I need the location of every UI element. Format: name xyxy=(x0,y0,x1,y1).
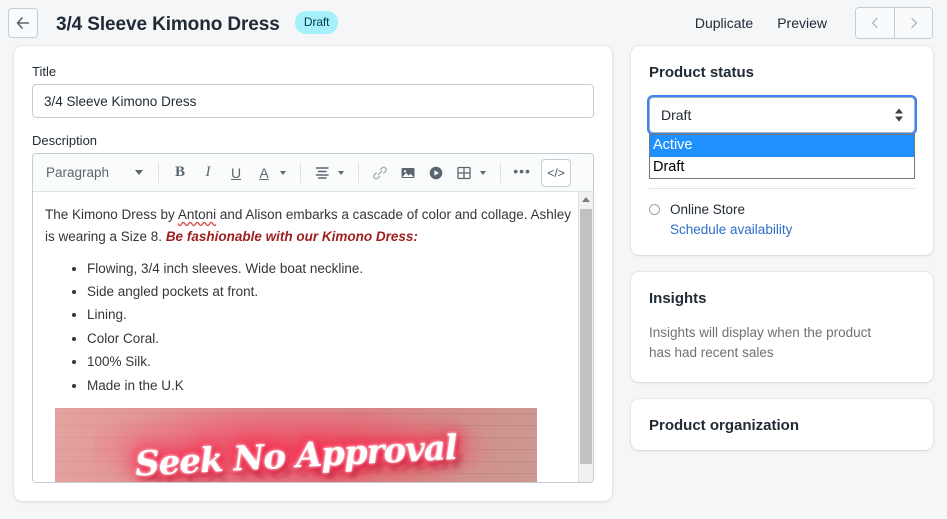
underline-button[interactable]: U xyxy=(223,160,249,186)
sales-channel-row: Online Store xyxy=(649,202,915,217)
product-status-option-draft[interactable]: Draft xyxy=(650,157,914,179)
chevron-right-icon xyxy=(910,17,917,29)
sidebar-column: Product status Draft Active Draft SALES … xyxy=(631,46,933,450)
title-input[interactable] xyxy=(32,84,594,118)
italic-button[interactable]: I xyxy=(195,160,221,186)
toolbar-divider xyxy=(158,162,160,183)
page-title: 3/4 Sleeve Kimono Dress Draft xyxy=(56,10,339,36)
page-title-text: 3/4 Sleeve Kimono Dress xyxy=(56,13,280,35)
chevron-down-icon xyxy=(338,170,345,175)
back-button[interactable] xyxy=(8,8,38,38)
page-header: 3/4 Sleeve Kimono Dress Draft Duplicate … xyxy=(0,0,947,46)
list-item: 100% Silk. xyxy=(87,351,579,373)
list-item: Made in the U.K xyxy=(87,375,579,397)
text-color-control[interactable]: A xyxy=(251,160,292,186)
insert-table-control[interactable] xyxy=(451,160,492,186)
chevron-down-icon xyxy=(135,170,144,175)
spinner-up-icon xyxy=(895,108,903,114)
editor-body[interactable]: The Kimono Dress by Antoni and Alison em… xyxy=(33,192,593,482)
desc-text-lead: The Kimono Dress by xyxy=(45,207,178,222)
product-organization-title: Product organization xyxy=(649,416,799,434)
previous-product-button[interactable] xyxy=(856,8,894,38)
more-options-button[interactable]: ••• xyxy=(509,160,535,186)
product-status-title: Product status xyxy=(649,64,755,81)
description-bullet-list: Flowing, 3/4 inch sleeves. Wide boat nec… xyxy=(45,258,579,397)
page-body: Title Description Paragraph B I xyxy=(0,46,947,518)
toolbar-divider xyxy=(500,162,502,183)
list-item: Color Coral. xyxy=(87,328,579,350)
list-item: Side angled pockets at front. xyxy=(87,281,579,303)
bold-button[interactable]: B xyxy=(167,160,193,186)
video-icon xyxy=(429,166,443,179)
description-image[interactable]: Seek No Approval Seek No Approval xyxy=(55,408,537,482)
text-color-button[interactable]: A xyxy=(251,160,277,186)
block-format-label: Paragraph xyxy=(46,165,110,180)
product-organization-card: Product organization xyxy=(631,398,933,450)
editor-toolbar: Paragraph B I U A ••• </> xyxy=(33,154,593,192)
description-paragraph: The Kimono Dress by Antoni and Alison em… xyxy=(45,204,579,248)
chevron-left-icon xyxy=(871,17,878,29)
select-spinner-icon xyxy=(895,108,903,122)
list-item: Flowing, 3/4 inch sleeves. Wide boat nec… xyxy=(87,258,579,280)
editor-scrollbar[interactable] xyxy=(578,192,593,482)
product-status-selected-value: Draft xyxy=(661,107,692,123)
desc-misspelled-word: Antoni xyxy=(177,207,217,222)
image-icon xyxy=(401,167,415,178)
product-status-card: Product status Draft Active Draft SALES … xyxy=(631,46,933,255)
html-code-button[interactable]: </> xyxy=(541,158,572,187)
pagination xyxy=(855,7,933,39)
scrollbar-thumb[interactable] xyxy=(580,209,592,464)
align-button[interactable] xyxy=(309,160,335,186)
toolbar-divider xyxy=(300,162,302,183)
main-column: Title Description Paragraph B I xyxy=(14,46,612,518)
sales-channel-name: Online Store xyxy=(670,202,746,217)
spinner-down-icon xyxy=(895,116,903,122)
insights-card: Insights Insights will display when the … xyxy=(631,272,933,382)
product-status-option-list[interactable]: Active Draft xyxy=(649,134,915,180)
product-status-select-wrapper: Draft Active Draft xyxy=(649,97,915,180)
schedule-availability-link[interactable]: Schedule availability xyxy=(670,222,792,237)
product-status-select[interactable]: Draft xyxy=(649,97,915,133)
chevron-down-icon xyxy=(280,170,287,175)
circle-outline-icon xyxy=(649,204,660,215)
table-icon xyxy=(457,166,471,179)
desc-call-to-action: Be fashionable with our Kimono Dress: xyxy=(165,228,418,244)
title-field-group: Title xyxy=(32,64,594,118)
chevron-down-icon xyxy=(480,170,487,175)
duplicate-button[interactable]: Duplicate xyxy=(685,9,763,37)
insert-image-button[interactable] xyxy=(395,160,421,186)
align-control[interactable] xyxy=(309,160,350,186)
list-item: Lining. xyxy=(87,304,579,326)
editor-content[interactable]: The Kimono Dress by Antoni and Alison em… xyxy=(33,192,593,482)
arrow-left-icon xyxy=(16,17,30,29)
link-icon xyxy=(373,166,387,179)
insights-body-text: Insights will display when the product h… xyxy=(649,325,872,361)
align-icon xyxy=(315,167,329,179)
preview-button[interactable]: Preview xyxy=(767,9,837,37)
product-status-option-active[interactable]: Active xyxy=(650,135,914,157)
product-details-card: Title Description Paragraph B I xyxy=(14,46,612,501)
description-label: Description xyxy=(32,133,98,148)
sales-channels-divider xyxy=(649,188,915,189)
status-badge: Draft xyxy=(294,10,339,34)
insert-table-button[interactable] xyxy=(451,160,477,186)
scrollbar-up-button[interactable] xyxy=(579,192,593,207)
rich-text-editor: Paragraph B I U A ••• </> The Kimono Dre… xyxy=(32,153,594,483)
block-format-select[interactable]: Paragraph xyxy=(39,161,150,184)
insert-video-button[interactable] xyxy=(423,160,449,186)
chevron-up-icon xyxy=(582,197,590,202)
insert-link-button[interactable] xyxy=(367,160,393,186)
insights-title: Insights xyxy=(649,290,707,307)
title-label: Title xyxy=(32,64,57,79)
description-field-group: Description Paragraph B I U A ••• </> Th… xyxy=(32,133,594,483)
next-product-button[interactable] xyxy=(894,8,932,38)
toolbar-divider xyxy=(358,162,360,183)
